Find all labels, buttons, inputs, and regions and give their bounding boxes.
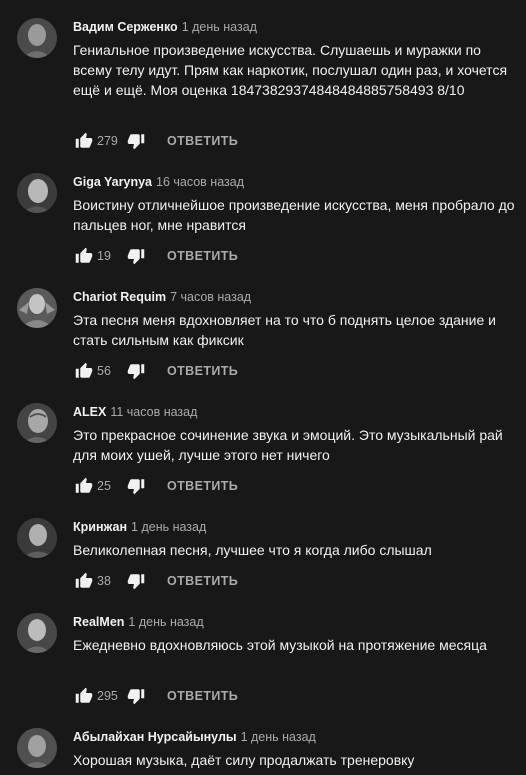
avatar-image — [17, 518, 57, 558]
like-count: 25 — [97, 479, 111, 493]
like-count: 38 — [97, 574, 111, 588]
avatar[interactable] — [17, 728, 57, 768]
like-count: 56 — [97, 364, 111, 378]
avatar[interactable] — [17, 173, 57, 213]
comment-time[interactable]: 1 день назад — [128, 615, 203, 629]
avatar-image — [17, 173, 57, 213]
comment-text: Гениальное произведение искусства. Слуша… — [73, 42, 508, 98]
comment-header: Кринжан 1 день назад — [73, 518, 518, 536]
comment-actions: 19 ОТВЕТИТЬ — [73, 244, 238, 268]
comment-text: Эта песня меня вдохновляет на то что б п… — [73, 312, 496, 348]
reply-button[interactable]: ОТВЕТИТЬ — [167, 134, 238, 148]
reply-button[interactable]: ОТВЕТИТЬ — [167, 574, 238, 588]
thumb-up-icon — [75, 477, 93, 493]
comment-time[interactable]: 1 день назад — [182, 20, 257, 34]
thumb-up-icon — [75, 687, 93, 703]
dislike-button[interactable] — [125, 685, 147, 707]
comment-author[interactable]: Giga Yarynya — [73, 175, 152, 189]
comment-author[interactable]: Вадим Серженко — [73, 20, 178, 34]
comment-time[interactable]: 11 часов назад — [110, 405, 197, 419]
thumb-down-icon — [127, 249, 145, 265]
dislike-button[interactable] — [125, 130, 147, 152]
avatar[interactable] — [17, 403, 57, 443]
comment-text: Это прекрасное сочинение звука и эмоций.… — [73, 427, 503, 463]
reply-button[interactable]: ОТВЕТИТЬ — [167, 364, 238, 378]
avatar-image — [17, 18, 57, 58]
comment-header: ALEX 11 часов назад — [73, 403, 518, 421]
thumb-up-icon — [75, 132, 93, 148]
comment-text: Великолепная песня, лучшее что я когда л… — [73, 542, 432, 558]
thumb-down-icon — [127, 364, 145, 380]
comment-header: Вадим Серженко 1 день назад — [73, 18, 518, 36]
comment-body: Giga Yarynya 16 часов назад Воистину отли… — [73, 173, 518, 265]
comment-actions: 38 ОТВЕТИТЬ — [73, 569, 238, 593]
avatar-image — [17, 288, 57, 328]
thumb-down-icon — [127, 689, 145, 705]
comment-actions: 56 ОТВЕТИТЬ — [73, 359, 238, 383]
comment-time[interactable]: 1 день назад — [131, 520, 206, 534]
comment-time[interactable]: 16 часов назад — [156, 175, 244, 189]
comment-text: Хорошая музыка, даёт силу продалжать тре… — [73, 752, 415, 768]
comment-time[interactable]: 1 день назад — [241, 730, 316, 744]
thumb-up-icon — [75, 572, 93, 588]
comment-time[interactable]: 7 часов назад — [170, 290, 251, 304]
reply-button[interactable]: ОТВЕТИТЬ — [167, 689, 238, 703]
comment-header: Giga Yarynya 16 часов назад — [73, 173, 518, 191]
comment-body: Chariot Requim 7 часов назад Эта песня ме… — [73, 288, 518, 380]
thumb-down-icon — [127, 134, 145, 150]
comment-header: RealMen 1 день назад — [73, 613, 518, 631]
like-button[interactable] — [73, 245, 95, 267]
comment-text: Воистину отличнейшое произведение искусс… — [73, 197, 515, 233]
avatar[interactable] — [17, 18, 57, 58]
dislike-button[interactable] — [125, 245, 147, 267]
comment-body: Вадим Серженко 1 день назад Гениальное пр… — [73, 18, 518, 150]
comment-actions: 279 ОТВЕТИТЬ — [73, 129, 238, 153]
dislike-button[interactable] — [125, 475, 147, 497]
like-button[interactable] — [73, 360, 95, 382]
comment-author[interactable]: Абылайхан Нурсайынулы — [73, 730, 237, 744]
like-button[interactable] — [73, 475, 95, 497]
dislike-button[interactable] — [125, 360, 147, 382]
like-button[interactable] — [73, 570, 95, 592]
like-count: 279 — [97, 134, 118, 148]
comment-author[interactable]: Кринжан — [73, 520, 127, 534]
avatar-image — [17, 728, 57, 768]
comment-body: Кринжан 1 день назад Великолепная песня, … — [73, 518, 518, 590]
avatar[interactable] — [17, 613, 57, 653]
comment-body: RealMen 1 день назад Ежедневно вдохновляю… — [73, 613, 518, 705]
comment-author[interactable]: RealMen — [73, 615, 124, 629]
like-count: 295 — [97, 689, 118, 703]
reply-button[interactable]: ОТВЕТИТЬ — [167, 479, 238, 493]
avatar-image — [17, 403, 57, 443]
reply-button[interactable]: ОТВЕТИТЬ — [167, 249, 238, 263]
comment-header: Абылайхан Нурсайынулы 1 день назад — [73, 728, 518, 746]
avatar-image — [17, 613, 57, 653]
comment-text: Ежедневно вдохновляюсь этой музыкой на п… — [73, 637, 487, 653]
thumb-up-icon — [75, 362, 93, 378]
comment-body: Абылайхан Нурсайынулы 1 день назад Хороша… — [73, 728, 518, 770]
comment-actions: 295 ОТВЕТИТЬ — [73, 684, 238, 708]
thumb-down-icon — [127, 574, 145, 590]
thumb-up-icon — [75, 247, 93, 263]
like-button[interactable] — [73, 130, 95, 152]
avatar[interactable] — [17, 288, 57, 328]
comment-header: Chariot Requim 7 часов назад — [73, 288, 518, 306]
comment-author[interactable]: ALEX — [73, 405, 106, 419]
avatar[interactable] — [17, 518, 57, 558]
comment-body: ALEX 11 часов назад Это прекрасное сочине… — [73, 403, 518, 495]
comment-actions: 25 ОТВЕТИТЬ — [73, 474, 238, 498]
like-button[interactable] — [73, 685, 95, 707]
comment-author[interactable]: Chariot Requim — [73, 290, 166, 304]
dislike-button[interactable] — [125, 570, 147, 592]
thumb-down-icon — [127, 479, 145, 495]
like-count: 19 — [97, 249, 111, 263]
